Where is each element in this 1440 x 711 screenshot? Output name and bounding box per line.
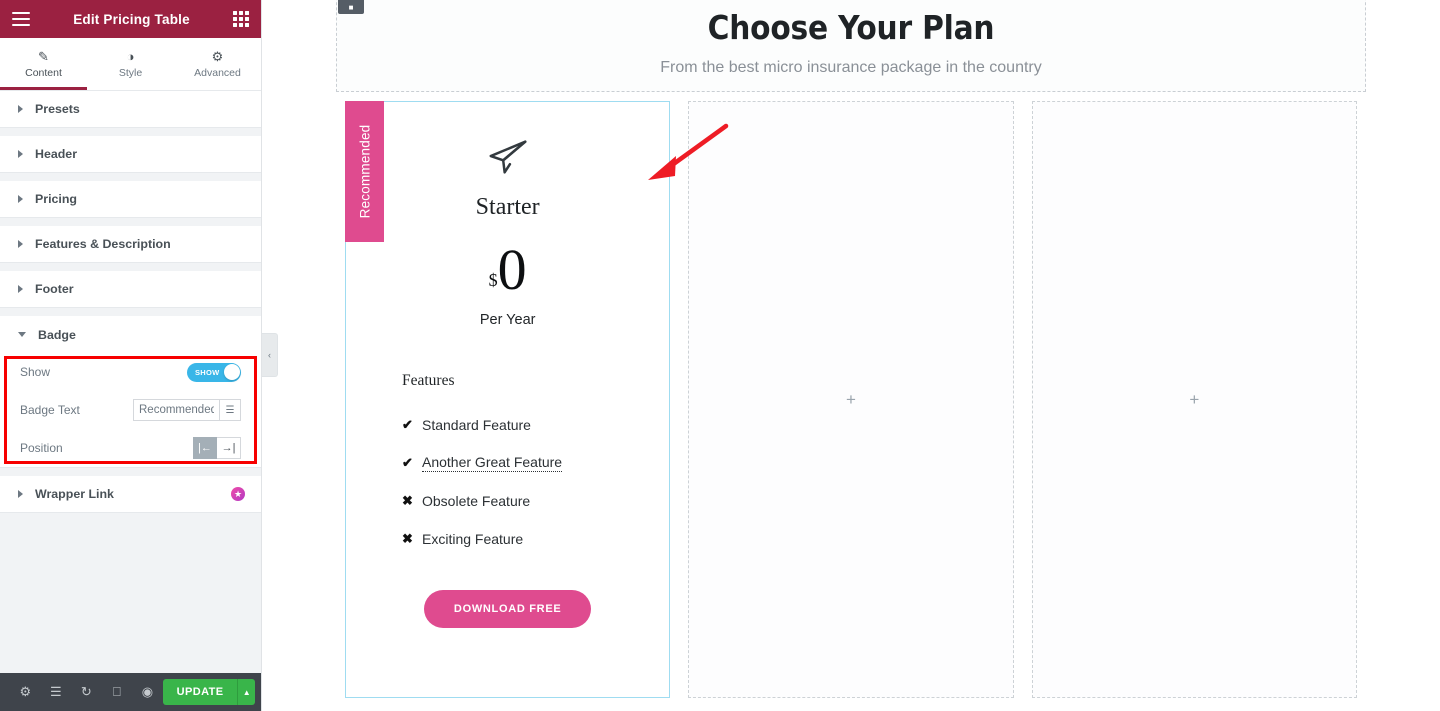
control-show-label: Show	[20, 365, 51, 379]
section-presets[interactable]: Presets	[0, 91, 261, 128]
section-footer[interactable]: Footer	[0, 271, 261, 308]
list-item: ✔ Another Great Feature	[402, 444, 669, 482]
feature-label: Standard Feature	[422, 417, 531, 434]
panel-tabs: ✎ Content ◑ Style ⚙ Advanced	[0, 38, 261, 91]
section-header-label: Header	[35, 147, 78, 161]
control-badge-text-label: Badge Text	[20, 403, 80, 417]
price-amount: 0	[497, 237, 527, 302]
hamburger-menu-icon[interactable]	[12, 12, 30, 26]
chevron-right-icon	[18, 490, 23, 498]
preview-eye-icon[interactable]: ◉	[132, 673, 163, 711]
empty-column-add-widget[interactable]: +	[688, 101, 1014, 698]
plan-name: Starter	[475, 194, 540, 220]
gear-icon: ⚙	[211, 48, 224, 64]
cross-icon: ✖	[402, 531, 413, 547]
pro-crown-icon: ★	[231, 487, 245, 501]
feature-label: Obsolete Feature	[422, 493, 531, 510]
tab-content-label: Content	[25, 66, 62, 79]
cross-icon: ✖	[402, 493, 413, 509]
tab-advanced-label: Advanced	[194, 66, 241, 79]
navigator-layers-icon[interactable]: ☰	[41, 673, 72, 711]
section-presets-label: Presets	[35, 102, 80, 116]
chevron-right-icon	[18, 105, 23, 113]
tab-style[interactable]: ◑ Style	[87, 38, 174, 90]
price-period: Per Year	[479, 312, 536, 329]
section-pricing[interactable]: Pricing	[0, 181, 261, 218]
section-features-description-label: Features & Description	[35, 237, 171, 251]
chevron-right-icon	[18, 240, 23, 248]
badge-show-toggle[interactable]: SHOW	[187, 362, 241, 382]
responsive-mode-icon[interactable]: ⎕	[102, 673, 133, 711]
section-badge-label: Badge	[38, 327, 76, 342]
section-wrapper-link-label: Wrapper Link	[35, 487, 114, 501]
plus-icon: +	[1189, 389, 1200, 409]
align-right-icon[interactable]: →|	[217, 437, 241, 459]
badge-text-input[interactable]	[133, 399, 219, 421]
update-button-group: UPDATE ▲	[162, 679, 256, 705]
toggle-knob	[223, 364, 240, 380]
control-position-label: Position	[20, 441, 63, 455]
download-free-button[interactable]: DOWNLOAD FREE	[423, 590, 592, 629]
plus-icon: +	[846, 389, 856, 409]
pencil-icon: ✎	[38, 48, 49, 64]
badge-ribbon-text: Recommended	[357, 124, 372, 219]
feature-label-with-tooltip[interactable]: Another Great Feature	[422, 454, 563, 473]
badge-controls-group: Show SHOW Badge Text ☰ Position	[0, 353, 261, 468]
hero-section[interactable]: Choose Your Plan From the best micro ins…	[336, 0, 1366, 92]
editor-sidebar: Edit Pricing Table ✎ Content ◑ Style ⚙ A…	[0, 0, 262, 711]
page-subtitle: From the best micro insurance package in…	[660, 58, 1042, 76]
editor-root: Edit Pricing Table ✎ Content ◑ Style ⚙ A…	[0, 0, 1440, 711]
tab-style-label: Style	[118, 66, 143, 79]
empty-column-add-widget[interactable]: +	[1031, 101, 1357, 698]
feature-label: Exciting Feature	[422, 531, 524, 548]
chevron-right-icon	[18, 285, 23, 293]
badge-ribbon: Recommended	[345, 101, 384, 242]
section-header[interactable]: Header	[0, 136, 261, 173]
chevron-down-icon	[18, 332, 26, 337]
section-edit-handle[interactable]: ■	[338, 0, 364, 14]
history-icon[interactable]: ↻	[71, 673, 102, 711]
update-button[interactable]: UPDATE	[162, 679, 238, 705]
control-badge-text: Badge Text ☰	[0, 391, 261, 429]
columns-row: Recommended Starter $ 0 Per Year Feature…	[345, 101, 1357, 698]
badge-show-toggle-label: SHOW	[195, 367, 220, 377]
list-item: ✖ Exciting Feature	[402, 520, 669, 558]
tab-content[interactable]: ✎ Content	[0, 38, 87, 90]
section-wrapper-link[interactable]: Wrapper Link ★	[0, 476, 261, 513]
section-pricing-label: Pricing	[35, 192, 77, 206]
price-block: $ 0	[488, 237, 527, 302]
update-dropdown-arrow[interactable]: ▲	[237, 679, 256, 705]
chevron-right-icon	[18, 195, 23, 203]
dynamic-tags-icon[interactable]: ☰	[219, 399, 241, 421]
paper-plane-icon	[485, 134, 531, 180]
features-heading: Features	[402, 372, 455, 390]
chevron-right-icon	[18, 150, 23, 158]
control-position: Position |← →|	[0, 429, 261, 467]
panel-sections: Presets Header Pricing Features & Descri…	[0, 91, 261, 673]
panel-collapse-handle[interactable]: ‹	[262, 333, 278, 377]
features-list: Features ✔ Standard Feature ✔ Another Gr…	[346, 372, 669, 558]
panel-title: Edit Pricing Table	[73, 11, 190, 27]
page-title: Choose Your Plan	[707, 7, 995, 47]
section-features-description[interactable]: Features & Description	[0, 226, 261, 263]
pricing-table-widget[interactable]: Recommended Starter $ 0 Per Year Feature…	[345, 101, 671, 698]
list-item: ✖ Obsolete Feature	[402, 482, 669, 520]
control-show: Show SHOW	[0, 353, 261, 391]
section-footer-label: Footer	[35, 282, 74, 296]
badge-text-field-group: ☰	[133, 399, 241, 421]
position-choices: |← →|	[193, 437, 241, 459]
panel-footer-bar: ⚙ ☰ ↻ ⎕ ◉ UPDATE ▲	[0, 673, 261, 711]
grid-apps-icon[interactable]	[233, 11, 249, 27]
panel-header: Edit Pricing Table	[0, 0, 261, 38]
align-left-icon[interactable]: |←	[193, 437, 217, 459]
contrast-icon: ◑	[126, 48, 135, 64]
check-icon: ✔	[402, 417, 413, 433]
editor-canvas: ■ Choose Your Plan From the best micro i…	[262, 0, 1440, 711]
list-item: ✔ Standard Feature	[402, 406, 669, 444]
tab-advanced[interactable]: ⚙ Advanced	[174, 38, 261, 90]
settings-gear-icon[interactable]: ⚙	[10, 673, 41, 711]
check-icon: ✔	[402, 455, 413, 471]
section-badge[interactable]: Badge	[0, 316, 261, 353]
price-currency: $	[488, 270, 498, 291]
